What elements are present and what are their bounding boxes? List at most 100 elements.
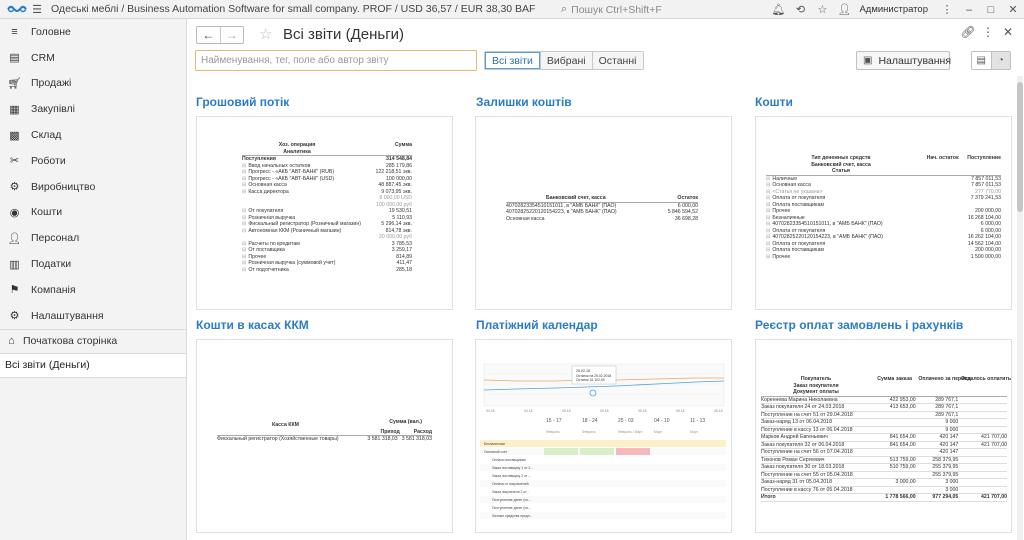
registry-row: Итого 1 778 566,00 977 294,05 421 707,00 xyxy=(761,494,1007,502)
calendar-period-sub: Март xyxy=(690,430,699,434)
calendar-row-label: Заказ поставщику 2 от ... xyxy=(492,474,531,478)
calendar-period-header: 11 - 13 xyxy=(690,418,705,424)
calendar-x-tick: 05.18 xyxy=(600,409,609,413)
link-icon[interactable]: 🔗︎ xyxy=(958,25,978,39)
calendar-period-header: 15 - 17 xyxy=(546,418,562,424)
more-options-icon[interactable]: ⋮ xyxy=(939,2,955,18)
cashflow-row: ⊟ От подотчетника 285,18 xyxy=(242,266,412,273)
sidebar-item-works[interactable]: ✂ Роботи xyxy=(0,148,186,174)
sidebar-item-taxes[interactable]: ▥ Податки xyxy=(0,251,186,277)
home-icon: ⌂ xyxy=(8,335,15,348)
app-logo-icon[interactable] xyxy=(5,3,29,15)
calendar-cell-highlight xyxy=(616,448,650,455)
sidebar-item-crm[interactable]: ▤ CRM xyxy=(0,45,186,71)
registry-row: Поступление в кассу 13 от 06.04.2018 9 00… xyxy=(761,427,1007,434)
tab-recent[interactable]: Останні xyxy=(591,52,643,69)
report-preview-balances[interactable]: Банковский счет, касса Остаток 407028233… xyxy=(475,116,732,310)
flag-icon: ⚑ xyxy=(9,284,20,297)
sidebar-item-company[interactable]: ⚑ Компанія xyxy=(0,277,186,303)
report-title-registry[interactable]: Реєстр оплат замовлень і рахунків xyxy=(755,318,963,332)
report-preview-kkm[interactable]: Касса ККМ Сумма (вал.) Приход Расход Фиск… xyxy=(196,339,453,533)
home-page-link[interactable]: ⌂ Початкова сторінка xyxy=(0,330,186,354)
calendar-x-tick: 06.18 xyxy=(676,409,685,413)
tab-all-reports[interactable]: Всі звіти xyxy=(485,52,540,69)
registry-row: Заказ покупателя 30 от 18.03.2018 510 759… xyxy=(761,464,1007,472)
maximize-icon[interactable]: □ xyxy=(983,2,999,18)
balances-table: Банковский счет, касса Остаток 407028233… xyxy=(506,195,698,222)
user-icon[interactable]: 👤︎ xyxy=(836,2,852,18)
registry-table: Покупатель Заказ покупателя Документ оплат… xyxy=(761,376,1011,502)
registry-row: Марков Андрей Евгеньевич 841 654,00 420 14… xyxy=(761,434,1007,442)
calendar-row-label: Заказ поставщику 1 от 2... xyxy=(492,466,533,470)
calendar-row-label: Заказ покупателя 2 от... xyxy=(492,490,529,494)
balances-row: Основная касса 36 698,28 xyxy=(506,215,698,222)
balances-header: Банковский счет, касса Остаток xyxy=(506,195,698,203)
report-preview-calendar[interactable]: 25.02.18 Остаток на 25.02.2018 Остаток 1… xyxy=(475,339,732,533)
calendar-period-sub: Февраль xyxy=(582,430,596,434)
favorite-star-icon[interactable]: ☆ xyxy=(259,25,272,43)
user-name[interactable]: Администратор xyxy=(859,4,928,15)
report-preview-registry[interactable]: Покупатель Заказ покупателя Документ оплат… xyxy=(755,339,1012,533)
calendar-row-label: Поступление денег (по... xyxy=(492,506,531,510)
sidebar-item-money[interactable]: ◉ Кошти xyxy=(0,200,186,226)
sidebar-item-warehouse[interactable]: ▩ Склад xyxy=(0,122,186,148)
calendar-cell-highlight xyxy=(544,448,578,455)
registry-row: Поступление на счет 51 от 29.04.2018 289 … xyxy=(761,412,1007,419)
report-title-cashflow[interactable]: Грошовий потік xyxy=(196,95,289,109)
money-icon: ◉ xyxy=(9,206,20,219)
report-search-input[interactable]: Найменування, тег, поле або автор звіту xyxy=(195,50,477,71)
warehouse-icon: ▩ xyxy=(9,129,20,142)
sidebar-item-personnel[interactable]: 👤︎ Персонал xyxy=(0,225,186,251)
more-icon[interactable]: ⋮ xyxy=(978,25,998,39)
sidebar-item-settings[interactable]: ⚙ Налаштування xyxy=(0,303,186,329)
report-preview-funds[interactable]: Тип денежных средств Банковский счет, кас… xyxy=(755,116,1012,310)
sidebar-item-sales[interactable]: 🛒︎ Продажі xyxy=(0,71,186,97)
sidebar-item-main[interactable]: ≡ Головне xyxy=(0,19,186,45)
forward-arrow-icon[interactable]: → xyxy=(219,27,244,43)
report-title-calendar[interactable]: Платіжний календар xyxy=(476,318,598,332)
star-icon[interactable]: ☆ xyxy=(814,2,830,18)
kkm-table: Касса ККМ Сумма (вал.) Приход Расход Фиск… xyxy=(217,419,432,443)
calendar-chart: 25.02.18 Остаток на 25.02.2018 Остаток 1… xyxy=(480,363,726,519)
tab-favorites[interactable]: Вибрані xyxy=(539,52,592,69)
top-bar: ☰ Одеські меблі / Business Automation So… xyxy=(0,0,1024,19)
calendar-row-label: Оплата от покупателей xyxy=(492,482,529,486)
tree-toggle-icon: ⊟ xyxy=(242,266,247,273)
app-title: Одеські меблі / Business Automation Soft… xyxy=(51,3,536,15)
list-view-icon[interactable]: ▤ xyxy=(972,52,991,69)
history-icon[interactable]: ⟲ xyxy=(792,2,808,18)
settings-panel-icon: ▣ xyxy=(863,55,873,66)
vertical-scrollbar[interactable] xyxy=(1017,76,1023,540)
scrollbar-thumb[interactable] xyxy=(1017,82,1023,212)
chart-view-icon[interactable]: ◔ xyxy=(990,52,1010,69)
sidebar-item-purchases[interactable]: ▦ Закупівлі xyxy=(0,96,186,122)
report-title-balances[interactable]: Залишки коштів xyxy=(476,95,572,109)
crm-icon: ▤ xyxy=(9,52,20,65)
back-arrow-icon[interactable]: ← xyxy=(197,27,220,43)
close-window-icon[interactable]: ✕ xyxy=(998,25,1018,39)
cashflow-table: Хоз. операция Аналитика Сумма Поступления… xyxy=(242,142,412,273)
minimize-icon[interactable]: – xyxy=(961,2,977,18)
bell-icon[interactable]: 🔔︎ xyxy=(770,2,786,18)
global-search[interactable]: ⌕ Пошук Ctrl+Shift+F xyxy=(561,1,761,18)
settings-button[interactable]: ▣ Налаштування xyxy=(856,51,951,70)
registry-row: Тихонов Роман Сергеевич 513 759,00 258 379… xyxy=(761,457,1007,464)
calendar-period-header: 18 - 24 xyxy=(582,418,598,424)
calendar-tooltip-date: 25.02.18 xyxy=(576,369,590,373)
sidebar-item-production[interactable]: ⚙ Виробництво xyxy=(0,174,186,200)
calendar-x-tick: 05.18 xyxy=(562,409,571,413)
menu-icon[interactable]: ☰ xyxy=(29,1,45,17)
main-content: ← → ☆ Всі звіти (Деньги) 🔗︎ ⋮ ✕ Найменув… xyxy=(187,19,1024,540)
report-title-kkm[interactable]: Кошти в касах ККМ xyxy=(196,318,309,332)
cashflow-header: Хоз. операция Аналитика Сумма xyxy=(242,142,412,156)
history-nav: ← → xyxy=(196,26,244,44)
report-preview-cashflow[interactable]: Хоз. операция Аналитика Сумма Поступления… xyxy=(196,116,453,310)
close-icon[interactable]: ✕ xyxy=(1005,2,1021,18)
open-window-all-reports[interactable]: Всі звіти (Деньги) xyxy=(0,353,186,378)
calendar-x-tick: 04.18 xyxy=(524,409,533,413)
calendar-row-label: Безналичные xyxy=(484,442,505,446)
calendar-row-label: Поступление денег (по... xyxy=(492,498,531,502)
report-title-funds[interactable]: Кошти xyxy=(755,95,793,109)
purchases-icon: ▦ xyxy=(9,103,20,116)
registry-row: Заказ покупателя 32 от 06.04.2018 841 654… xyxy=(761,441,1007,449)
